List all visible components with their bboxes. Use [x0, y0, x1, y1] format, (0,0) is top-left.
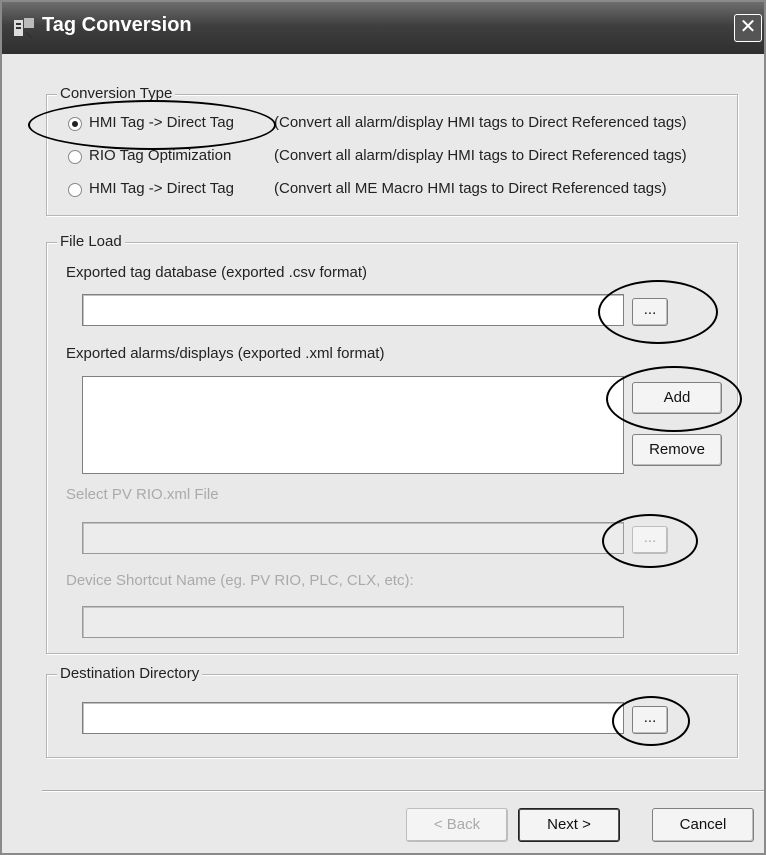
destination-field[interactable]: [82, 702, 624, 734]
remove-button[interactable]: Remove: [632, 434, 722, 466]
pv-rio-browse-button: ...: [632, 526, 668, 554]
shortcut-label: Device Shortcut Name (eg. PV RIO, PLC, C…: [66, 572, 414, 589]
radio-hmi-to-direct-desc: (Convert all alarm/display HMI tags to D…: [274, 114, 687, 131]
back-button: < Back: [406, 808, 508, 842]
radio-rio-optimization[interactable]: [68, 150, 82, 164]
add-button[interactable]: Add: [632, 382, 722, 414]
close-icon[interactable]: ✕: [734, 14, 762, 42]
radio-rio-optimization-label[interactable]: RIO Tag Optimization: [89, 147, 231, 164]
alarms-displays-label: Exported alarms/displays (exported .xml …: [66, 345, 385, 362]
radio-rio-optimization-desc: (Convert all alarm/display HMI tags to D…: [274, 147, 687, 164]
cancel-button[interactable]: Cancel: [652, 808, 754, 842]
window-title: Tag Conversion: [42, 14, 192, 36]
destination-browse-button[interactable]: ...: [632, 706, 668, 734]
tag-db-label: Exported tag database (exported .csv for…: [66, 264, 367, 281]
tag-db-field[interactable]: [82, 294, 624, 326]
pv-rio-field: [82, 522, 624, 554]
radio-me-macro-label[interactable]: HMI Tag -> Direct Tag: [89, 180, 234, 197]
file-load-legend: File Load: [57, 233, 125, 250]
alarms-displays-list[interactable]: [82, 376, 624, 474]
title-bar[interactable]: Tag Conversion ✕: [2, 2, 764, 54]
app-icon: [14, 18, 34, 39]
tag-db-browse-button[interactable]: ...: [632, 298, 668, 326]
pv-rio-label: Select PV RIO.xml File: [66, 486, 219, 503]
tag-conversion-dialog: Tag Conversion ✕ Conversion Type HMI Tag…: [0, 0, 766, 855]
destination-legend: Destination Directory: [57, 665, 203, 682]
radio-me-macro-desc: (Convert all ME Macro HMI tags to Direct…: [274, 180, 667, 197]
next-button[interactable]: Next >: [518, 808, 620, 842]
radio-hmi-to-direct[interactable]: [68, 117, 82, 131]
radio-me-macro[interactable]: [68, 183, 82, 197]
radio-hmi-to-direct-label[interactable]: HMI Tag -> Direct Tag: [89, 114, 234, 131]
shortcut-field: [82, 606, 624, 638]
conversion-type-legend: Conversion Type: [57, 85, 176, 102]
footer-separator: [42, 790, 764, 792]
